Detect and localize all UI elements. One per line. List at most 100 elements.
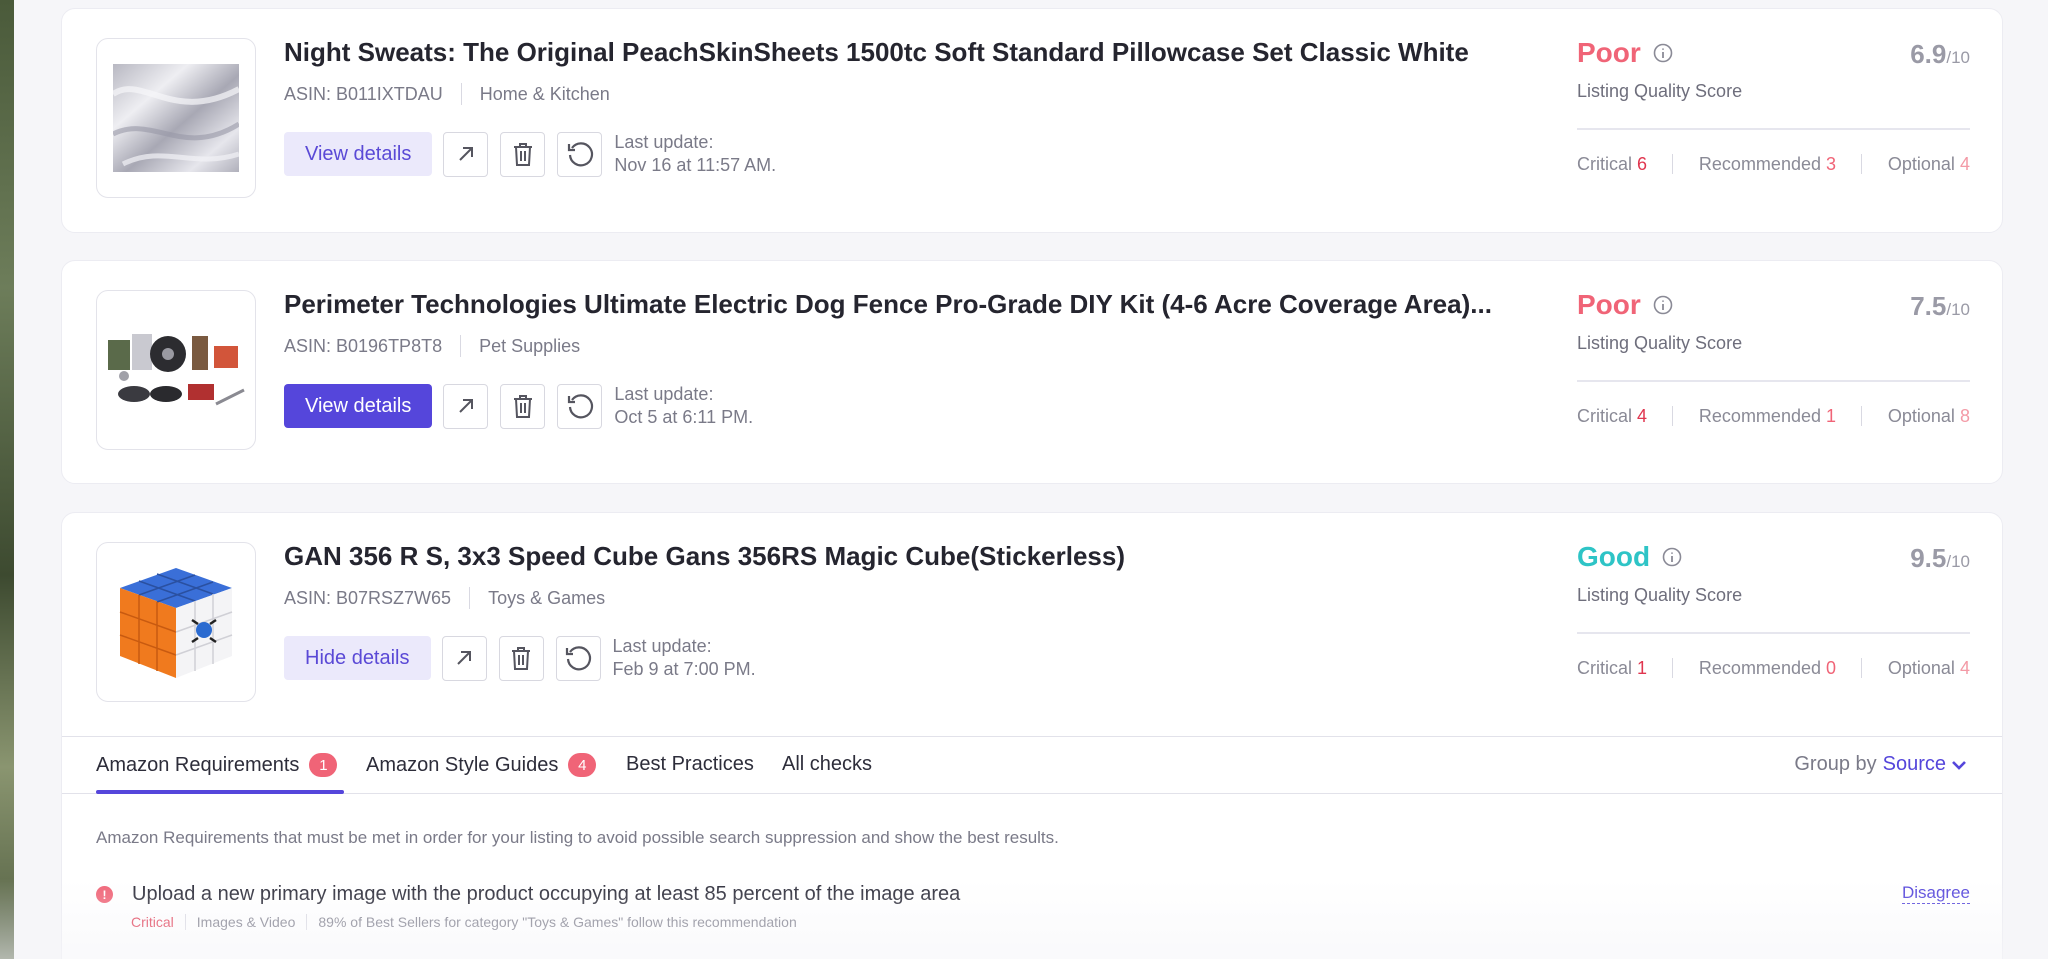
asin: ASIN: B07RSZ7W65 [284, 587, 452, 608]
divider [184, 914, 186, 930]
tab-amazon-style-guides[interactable]: Amazon Style Guides 4 [366, 753, 597, 777]
score-panel: Good 9.5/10 Listing Quality Score Critic… [1577, 541, 1970, 679]
divider [1672, 406, 1674, 426]
product-card: Perimeter Technologies Ultimate Electric… [61, 260, 2003, 484]
product-thumbnail[interactable] [96, 290, 256, 450]
optional-count: Optional 8 [1887, 406, 1970, 426]
speed-cube-image [119, 568, 233, 678]
divider [1672, 154, 1674, 174]
external-link-icon [457, 651, 472, 665]
issue-counts: Critical 1 Recommended 0 Optional 4 [1577, 658, 1970, 679]
score-denominator: /10 [1946, 48, 1970, 67]
score-panel: Poor 6.9/10 Listing Quality Score Critic… [1577, 37, 1970, 175]
tab-amazon-requirements[interactable]: Amazon Requirements 1 [96, 753, 338, 777]
product-actions: View details Last update: Oct 5 at 6:11 … [284, 383, 753, 429]
tab-label: All checks [782, 753, 873, 775]
divider [1577, 380, 1970, 382]
external-link-icon [459, 399, 473, 413]
hide-details-button[interactable]: Hide details [284, 636, 431, 680]
trash-icon [513, 143, 532, 166]
divider [1672, 658, 1674, 678]
score-label: Listing Quality Score [1577, 585, 1743, 605]
tab-label: Amazon Style Guides [366, 753, 559, 776]
trash-icon [512, 647, 531, 670]
info-icon[interactable] [1662, 547, 1682, 567]
product-thumbnail[interactable] [96, 38, 256, 198]
divider [460, 83, 462, 105]
view-details-button[interactable]: View details [284, 384, 433, 428]
dog-fence-kit-image [108, 334, 245, 406]
tab-best-practices[interactable]: Best Practices [626, 753, 754, 776]
delete-button[interactable] [500, 131, 546, 177]
tab-label: Amazon Requirements [96, 753, 300, 776]
external-link-icon [459, 147, 473, 161]
chevron-down-icon [1952, 760, 1966, 770]
category: Toys & Games [488, 587, 606, 608]
info-icon[interactable] [1653, 295, 1673, 315]
divider [1577, 632, 1970, 634]
info-icon[interactable] [1653, 43, 1673, 63]
group-by-dropdown[interactable]: Group by Source [1794, 753, 1968, 776]
refresh-button[interactable] [557, 131, 603, 177]
recommended-count: Recommended 3 [1698, 154, 1837, 174]
disagree-link[interactable]: Disagree [1901, 883, 1970, 904]
score-panel: Poor 7.5/10 Listing Quality Score Critic… [1577, 289, 1970, 427]
delete-button[interactable] [500, 383, 546, 429]
product-thumbnail[interactable] [96, 542, 256, 702]
severity-label: Critical [131, 914, 174, 930]
divider [469, 587, 471, 609]
product-title[interactable]: GAN 356 R S, 3x3 Speed Cube Gans 356RS M… [284, 541, 1125, 572]
group-by-label: Group by [1794, 753, 1877, 775]
category: Home & Kitchen [479, 83, 610, 104]
optional-count: Optional 4 [1887, 658, 1970, 678]
open-listing-button[interactable] [443, 383, 489, 429]
last-update: Last update: Oct 5 at 6:11 PM. [614, 383, 753, 429]
critical-count: Critical 1 [1577, 658, 1648, 678]
issue-counts: Critical 4 Recommended 1 Optional 8 [1577, 406, 1970, 427]
group-by-value: Source [1882, 753, 1946, 775]
rating-label: Good [1577, 541, 1651, 572]
details-tabbar: Amazon Requirements 1 Amazon Style Guide… [62, 736, 2002, 794]
last-update: Last update: Nov 16 at 11:57 AM. [614, 131, 776, 177]
recommended-count: Recommended 0 [1698, 658, 1837, 678]
divider [1861, 658, 1863, 678]
requirement-item: ! Upload a new primary image with the pr… [96, 883, 1970, 930]
refresh-icon [567, 394, 593, 419]
last-update-value: Feb 9 at 7:00 PM. [612, 659, 756, 679]
alert-icon: ! [96, 886, 113, 903]
count-badge: 4 [568, 753, 597, 777]
quality-score: 6.9/10 [1910, 39, 1970, 70]
critical-count: Critical 6 [1577, 154, 1648, 174]
tab-description: Amazon Requirements that must be met in … [96, 828, 1059, 847]
refresh-button[interactable] [557, 383, 603, 429]
delete-button[interactable] [498, 635, 544, 681]
last-update-label: Last update: [614, 384, 714, 404]
tab-all-checks[interactable]: All checks [782, 753, 872, 776]
refresh-icon [567, 142, 593, 167]
requirement-title: ! Upload a new primary image with the pr… [96, 883, 1970, 906]
requirement-category: Images & Video [196, 914, 296, 930]
product-title[interactable]: Night Sweats: The Original PeachSkinShee… [284, 37, 1469, 68]
requirement-note: 89% of Best Sellers for category "Toys &… [318, 914, 797, 930]
score-denominator: /10 [1946, 552, 1970, 571]
requirement-meta: Critical Images & Video 89% of Best Sell… [131, 914, 1970, 930]
quality-score: 9.5/10 [1910, 543, 1970, 574]
last-update-value: Oct 5 at 6:11 PM. [614, 407, 754, 427]
view-details-button[interactable]: View details [284, 132, 433, 176]
divider [306, 914, 308, 930]
requirement-text: Upload a new primary image with the prod… [132, 883, 961, 905]
divider [1861, 406, 1863, 426]
optional-count: Optional 4 [1887, 154, 1970, 174]
last-update-label: Last update: [614, 132, 714, 152]
open-listing-button[interactable] [441, 635, 487, 681]
open-listing-button[interactable] [443, 131, 489, 177]
issue-counts: Critical 6 Recommended 3 Optional 4 [1577, 154, 1970, 175]
product-meta: ASIN: B07RSZ7W65 Toys & Games [284, 587, 605, 609]
category: Pet Supplies [479, 335, 581, 356]
refresh-button[interactable] [555, 635, 601, 681]
product-title[interactable]: Perimeter Technologies Ultimate Electric… [284, 289, 1492, 320]
divider [460, 335, 462, 357]
last-update: Last update: Feb 9 at 7:00 PM. [613, 635, 756, 681]
divider [1577, 128, 1970, 130]
product-meta: ASIN: B0196TP8T8 Pet Supplies [284, 335, 580, 357]
